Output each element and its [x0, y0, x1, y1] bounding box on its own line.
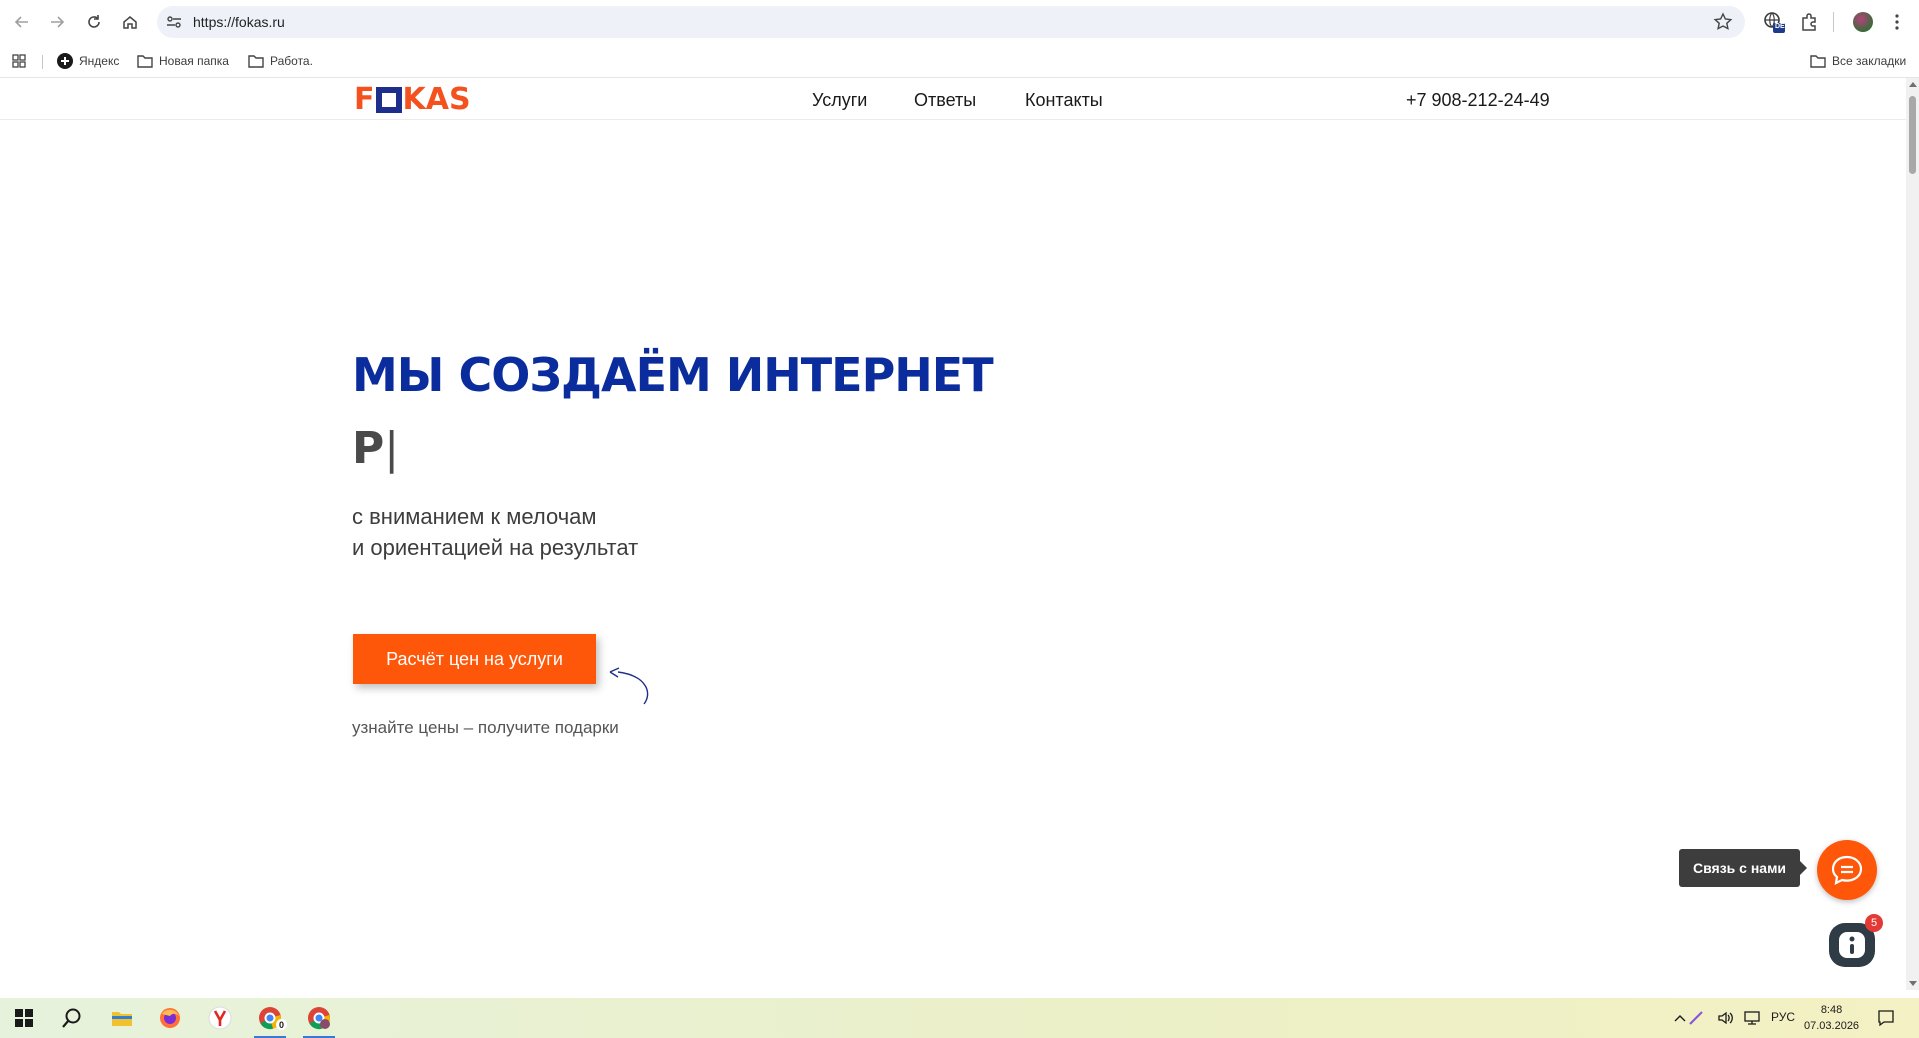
bookmark-star-icon[interactable] — [1713, 12, 1733, 32]
notifications-button[interactable] — [1866, 1002, 1906, 1034]
language-indicator[interactable]: РУС — [1771, 1010, 1795, 1024]
volume-icon — [1718, 1011, 1733, 1025]
arrow-right-icon — [51, 16, 65, 28]
site-info-icon[interactable] — [165, 13, 183, 31]
network-icon — [1744, 1011, 1760, 1025]
file-explorer-icon — [112, 1012, 132, 1026]
typed-letters: Р — [352, 423, 385, 474]
page-scrollbar[interactable] — [1906, 78, 1919, 990]
chrome-profile-icon — [308, 1007, 330, 1030]
tray-network-button[interactable] — [1740, 1002, 1764, 1034]
menu-item-services[interactable]: Услуги — [812, 90, 867, 111]
more-vertical-icon — [1895, 14, 1899, 30]
hero-subtitle-line1: с вниманием к мелочам — [352, 504, 597, 529]
browser-menu-button[interactable] — [1885, 10, 1909, 34]
typing-caret: | — [384, 423, 400, 474]
cta-note: узнайте цены – получите подарки — [352, 718, 619, 737]
all-bookmarks-label: Все закладки — [1832, 54, 1907, 68]
bookmark-label: Яндекс — [79, 54, 120, 68]
contact-tooltip: Связь с нами — [1679, 849, 1808, 887]
folder-icon — [248, 55, 264, 68]
scroll-up-icon[interactable] — [1909, 82, 1917, 87]
scroll-thumb[interactable] — [1909, 96, 1916, 174]
site-header: F KAS Услуги Ответы Контакты +7 908-212-… — [0, 78, 1906, 120]
messenger-badge: 5 — [1865, 914, 1883, 932]
taskbar-firefox[interactable] — [150, 1002, 190, 1034]
reload-icon — [88, 15, 100, 28]
menu-item-answers[interactable]: Ответы — [914, 90, 976, 111]
bookmarks-bar: Яндекс Новая папка Работа. Все закладки — [0, 44, 1919, 78]
windows-taskbar: 0 РУС 8:48 07.03.2026 — [0, 998, 1919, 1038]
logo-letters-kas: KAS — [402, 81, 471, 117]
forward-button[interactable] — [45, 10, 69, 34]
price-calc-button[interactable]: Расчёт цен на услуги — [353, 634, 596, 684]
taskbar-chrome-profile[interactable] — [299, 1002, 339, 1038]
clock-date: 07.03.2026 — [1804, 1020, 1860, 1032]
bookmark-label: Новая папка — [159, 54, 229, 68]
taskbar-yandex-browser[interactable] — [200, 1002, 240, 1034]
browser-toolbar: https://fokas.ru DE — [0, 0, 1919, 44]
bookmark-new-folder[interactable]: Новая папка — [137, 52, 229, 70]
profile-button[interactable] — [1851, 10, 1875, 34]
address-bar[interactable]: https://fokas.ru — [157, 6, 1745, 38]
tray-volume-button[interactable] — [1714, 1002, 1738, 1034]
apps-grid-icon — [12, 54, 26, 68]
clock-time: 8:48 — [1820, 1004, 1843, 1016]
back-button[interactable] — [10, 10, 34, 34]
home-button[interactable] — [118, 10, 142, 34]
folder-icon — [1810, 55, 1826, 68]
curved-arrow-icon — [609, 667, 649, 705]
toolbar-divider — [1833, 12, 1834, 32]
windows-logo-icon — [15, 1009, 33, 1027]
page-viewport: F KAS Услуги Ответы Контакты +7 908-212-… — [0, 78, 1906, 990]
tray-pen-button[interactable] — [1684, 1002, 1708, 1034]
bookmark-yandex[interactable]: Яндекс — [57, 52, 119, 70]
start-button[interactable] — [4, 1002, 44, 1034]
hero-typed-text: Р| — [352, 423, 399, 474]
chrome-count-badge: 0 — [276, 1019, 287, 1030]
bookmark-work-folder[interactable]: Работа. — [248, 52, 313, 70]
taskbar-clock[interactable]: 8:48 07.03.2026 — [1804, 1002, 1859, 1034]
notification-icon — [1878, 1010, 1894, 1027]
firefox-icon — [160, 1008, 180, 1028]
search-icon — [62, 1008, 81, 1028]
translate-extension[interactable]: DE — [1762, 10, 1786, 34]
phone-link[interactable]: +7 908-212-24-49 — [1406, 90, 1550, 111]
logo-square-icon — [375, 87, 402, 113]
yandex-icon — [57, 53, 73, 69]
all-bookmarks[interactable]: Все закладки — [1810, 52, 1906, 70]
pen-icon — [1689, 1011, 1703, 1025]
reload-button[interactable] — [82, 10, 106, 34]
chat-bubble-icon — [1831, 855, 1863, 885]
apps-button[interactable] — [12, 52, 26, 70]
taskbar-search-button[interactable] — [52, 1002, 92, 1034]
contact-us-button[interactable] — [1817, 840, 1877, 900]
yandex-browser-icon — [208, 1006, 232, 1030]
url-text[interactable]: https://fokas.ru — [193, 14, 285, 30]
profile-avatar — [1853, 12, 1873, 32]
bookmarks-separator — [42, 55, 43, 69]
extensions-button[interactable] — [1797, 10, 1821, 34]
taskbar-chrome[interactable]: 0 — [250, 1002, 290, 1038]
puzzle-icon — [1802, 13, 1816, 31]
hero-subtitle: с вниманием к мелочам и ориентацией на р… — [352, 501, 638, 563]
bookmark-label: Работа. — [270, 54, 313, 68]
extension-badge: DE — [1775, 23, 1785, 30]
folder-icon — [137, 55, 153, 68]
hero-title: МЫ СОЗДАЁМ ИНТЕРНЕТ — [352, 348, 994, 402]
scroll-down-icon[interactable] — [1909, 981, 1917, 986]
home-icon — [123, 16, 137, 29]
arrow-left-icon — [14, 16, 28, 28]
site-logo[interactable]: F KAS — [354, 81, 471, 117]
logo-letter-f: F — [354, 81, 375, 117]
hero-subtitle-line2: и ориентацией на результат — [352, 535, 639, 560]
menu-item-contacts[interactable]: Контакты — [1025, 90, 1103, 111]
taskbar-file-explorer[interactable] — [102, 1002, 142, 1034]
